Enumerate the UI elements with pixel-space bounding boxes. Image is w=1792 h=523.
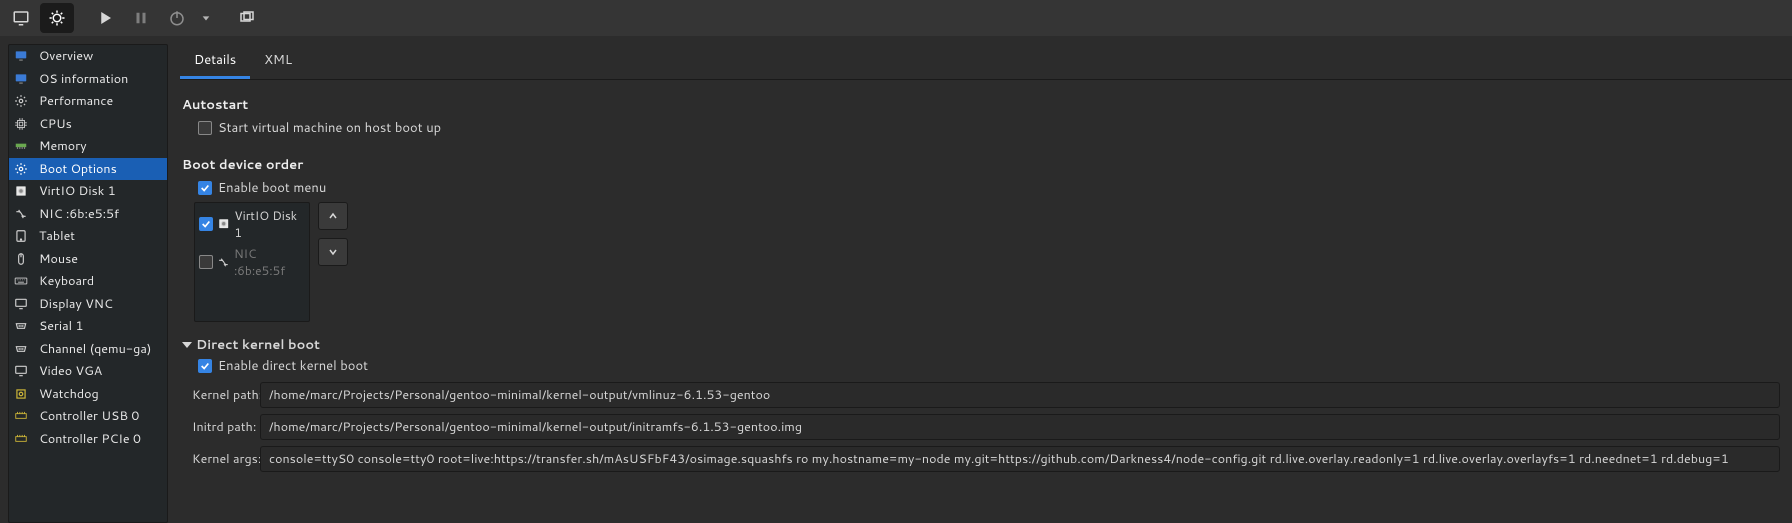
sidebar-item-watchdog[interactable]: Watchdog [9, 383, 167, 406]
kernel-field-row: Kernel path: /home/marc/Projects/Personal… [192, 382, 1790, 408]
sidebar-item-cpus[interactable]: CPUs [9, 113, 167, 136]
kernel-field-row: Initrd path: /home/marc/Projects/Personal… [192, 414, 1790, 440]
main-panel: DetailsXML Autostart Start virtual machi… [180, 44, 1792, 523]
sidebar-item-label: Memory [39, 137, 87, 155]
controller-icon [11, 431, 31, 447]
sidebar-item-label: Serial 1 [39, 317, 83, 335]
sidebar-item-boot-options[interactable]: Boot Options [9, 158, 167, 181]
watchdog-icon [11, 386, 31, 402]
monitor-blue-icon [11, 71, 31, 87]
boot-device-label: NIC :6b:e5:5f [234, 245, 305, 279]
gear-icon [11, 161, 31, 177]
boot-order-title: Boot device order [182, 156, 1790, 174]
tab-xml[interactable]: XML [250, 44, 306, 79]
details-button[interactable] [40, 3, 74, 33]
monitor-blue-icon [11, 48, 31, 64]
direct-kernel-expander[interactable]: Direct kernel boot [182, 336, 1790, 354]
sidebar-item-label: Video VGA [39, 362, 102, 380]
monitor-icon [11, 363, 31, 379]
sidebar-item-label: Performance [39, 92, 113, 110]
enable-boot-menu-label: Enable boot menu [218, 179, 326, 197]
pause-button[interactable] [124, 3, 158, 33]
memory-icon [11, 138, 31, 154]
sidebar-item-keyboard[interactable]: Keyboard [9, 270, 167, 293]
tab-bar: DetailsXML [180, 44, 1792, 80]
autostart-label: Start virtual machine on host boot up [218, 119, 441, 137]
disk-icon [217, 218, 230, 230]
field-input[interactable]: /home/marc/Projects/Personal/gentoo-mini… [260, 414, 1780, 440]
boot-device-checkbox[interactable] [199, 217, 213, 231]
controller-icon [11, 408, 31, 424]
shutdown-menu-chevron-icon[interactable] [196, 13, 216, 23]
gear-icon [11, 93, 31, 109]
triangle-down-icon [182, 342, 192, 348]
field-label: Kernel path: [192, 386, 252, 404]
sidebar-item-label: Mouse [39, 250, 78, 268]
sidebar-item-mouse[interactable]: Mouse [9, 248, 167, 271]
field-input[interactable]: /home/marc/Projects/Personal/gentoo-mini… [260, 382, 1780, 408]
mouse-icon [11, 251, 31, 267]
sidebar-item-label: Display VNC [39, 295, 113, 313]
direct-kernel-title: Direct kernel boot [196, 336, 320, 354]
sidebar-item-label: Controller USB 0 [39, 407, 139, 425]
enable-boot-menu-checkbox[interactable] [198, 181, 212, 195]
monitor-icon [11, 296, 31, 312]
console-button[interactable] [4, 3, 38, 33]
sidebar-item-label: Controller PCIe 0 [39, 430, 141, 448]
toolbar [0, 0, 1792, 36]
boot-device-label: VirtIO Disk 1 [234, 207, 305, 241]
sidebar-item-label: Channel (qemu-ga) [39, 340, 151, 358]
enable-direct-kernel-label: Enable direct kernel boot [218, 357, 368, 375]
sidebar-item-overview[interactable]: Overview [9, 45, 167, 68]
sidebar-item-label: NIC :6b:e5:5f [39, 205, 119, 223]
sidebar-item-controller-usb-0[interactable]: Controller USB 0 [9, 405, 167, 428]
sidebar-item-label: Overview [39, 47, 93, 65]
serial-icon [11, 318, 31, 334]
sidebar-item-virtio-disk-1[interactable]: VirtIO Disk 1 [9, 180, 167, 203]
autostart-checkbox[interactable] [198, 121, 212, 135]
boot-device-list[interactable]: VirtIO Disk 1 NIC :6b:e5:5f [194, 202, 310, 322]
sidebar-item-tablet[interactable]: Tablet [9, 225, 167, 248]
sidebar-item-nic-6b-e5-5f[interactable]: NIC :6b:e5:5f [9, 203, 167, 226]
snapshots-button[interactable] [230, 3, 264, 33]
run-button[interactable] [88, 3, 122, 33]
boot-device-checkbox[interactable] [199, 255, 213, 269]
tab-details[interactable]: Details [180, 44, 250, 79]
nic-icon [217, 256, 230, 268]
sidebar-item-display-vnc[interactable]: Display VNC [9, 293, 167, 316]
sidebar-item-label: Boot Options [39, 160, 117, 178]
field-label: Kernel args: [192, 450, 252, 468]
autostart-title: Autostart [182, 96, 1790, 114]
kernel-field-row: Kernel args: console=ttyS0 console=tty0 r… [192, 446, 1790, 472]
shutdown-button[interactable] [160, 3, 194, 33]
serial-icon [11, 341, 31, 357]
disk-icon [11, 183, 31, 199]
sidebar-item-channel-qemu-ga-[interactable]: Channel (qemu-ga) [9, 338, 167, 361]
field-label: Initrd path: [192, 418, 252, 436]
hardware-sidebar: Overview OS information Performance CPUs Mem… [8, 44, 168, 523]
field-input[interactable]: console=ttyS0 console=tty0 root=live:htt… [260, 446, 1780, 472]
keyboard-icon [11, 273, 31, 289]
sidebar-item-label: VirtIO Disk 1 [39, 182, 116, 200]
tablet-icon [11, 228, 31, 244]
sidebar-item-label: CPUs [39, 115, 72, 133]
sidebar-item-label: Tablet [39, 227, 75, 245]
sidebar-item-performance[interactable]: Performance [9, 90, 167, 113]
nic-icon [11, 206, 31, 222]
sidebar-item-os-information[interactable]: OS information [9, 68, 167, 91]
boot-device-row[interactable]: VirtIO Disk 1 [195, 205, 309, 243]
sidebar-item-label: Watchdog [39, 385, 99, 403]
sidebar-item-label: Keyboard [39, 272, 94, 290]
sidebar-item-memory[interactable]: Memory [9, 135, 167, 158]
boot-device-row[interactable]: NIC :6b:e5:5f [195, 243, 309, 281]
cpu-icon [11, 116, 31, 132]
boot-move-up-button[interactable] [318, 202, 348, 230]
sidebar-item-video-vga[interactable]: Video VGA [9, 360, 167, 383]
sidebar-item-controller-pcie-0[interactable]: Controller PCIe 0 [9, 428, 167, 451]
sidebar-item-label: OS information [39, 70, 128, 88]
sidebar-item-serial-1[interactable]: Serial 1 [9, 315, 167, 338]
boot-move-down-button[interactable] [318, 238, 348, 266]
enable-direct-kernel-checkbox[interactable] [198, 359, 212, 373]
